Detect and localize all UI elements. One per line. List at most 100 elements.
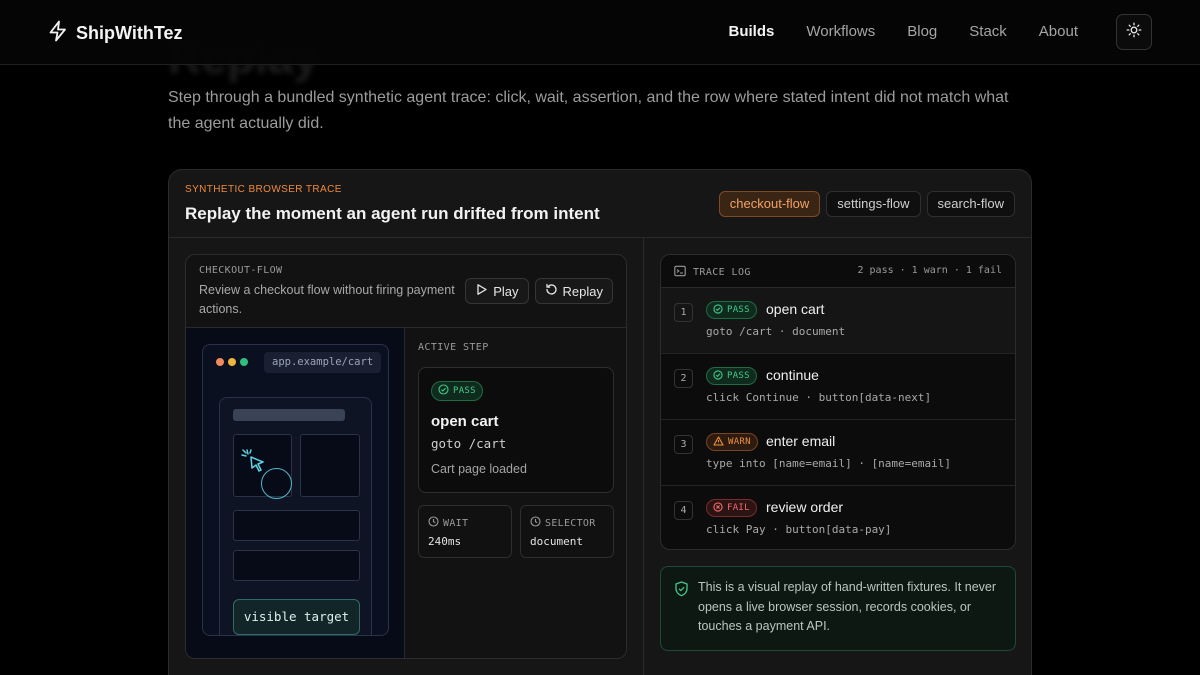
window-dot-maximize: [240, 358, 248, 366]
flow-eyebrow: CHECKOUT-FLOW: [199, 265, 283, 276]
chip-settings-flow[interactable]: settings-flow: [826, 191, 921, 217]
warning-triangle-icon: [713, 435, 724, 449]
nav-about[interactable]: About: [1039, 14, 1078, 50]
active-step-label: ACTIVE STEP: [418, 342, 489, 353]
card-eyebrow: SYNTHETIC BROWSER TRACE: [185, 184, 342, 195]
status-badge: PASS: [706, 301, 757, 319]
row-command: goto /cart · document: [706, 325, 846, 338]
playback-controls: Play Replay: [465, 278, 613, 304]
window-dot-minimize: [228, 358, 236, 366]
rotate-icon: [545, 283, 558, 299]
lightning-bolt-icon: [48, 20, 68, 47]
status-badge: WARN: [706, 433, 758, 451]
play-icon: [475, 283, 488, 299]
trace-log-header: TRACE LOG 2 pass · 1 warn · 1 fail: [661, 255, 1015, 288]
nav-stack[interactable]: Stack: [969, 14, 1007, 50]
browser-stage: app.example/cart visible target: [186, 328, 405, 658]
flow-description: Review a checkout flow without firing pa…: [199, 283, 455, 316]
wait-label: WAIT: [428, 516, 468, 530]
sun-icon: [1126, 22, 1142, 43]
nav-workflows[interactable]: Workflows: [806, 14, 875, 50]
check-circle-icon: [713, 369, 723, 383]
status-badge: PASS: [431, 381, 483, 401]
wait-box: WAIT 240ms: [418, 505, 512, 558]
page-header-bar: [233, 409, 345, 421]
trace-row[interactable]: 3 WARN enter email type into [name=email…: [661, 420, 1015, 486]
visible-target-button[interactable]: visible target: [233, 599, 360, 635]
terminal-icon: [674, 265, 686, 280]
active-step-card: PASS open cart goto /cart Cart page load…: [418, 367, 614, 493]
cursor-click-icon: [241, 448, 267, 479]
flow-chips: checkout-flow settings-flow search-flow: [718, 191, 1015, 217]
brand-logo[interactable]: ShipWithTez: [48, 20, 183, 47]
wait-value: 240ms: [428, 535, 462, 548]
column-divider: [643, 238, 644, 675]
selector-box: SELECTOR document: [520, 505, 614, 558]
row-command: type into [name=email] · [name=email]: [706, 457, 952, 470]
status-text: FAIL: [727, 503, 750, 513]
row-name: review order: [766, 499, 844, 515]
chip-search-flow[interactable]: search-flow: [926, 191, 1015, 217]
card-title: Replay the moment an agent run drifted f…: [185, 204, 600, 223]
intro-text: Step through a bundled synthetic agent t…: [168, 89, 1009, 132]
main-nav: Builds Workflows Blog Stack About: [697, 14, 1152, 50]
window-dot-close: [216, 358, 224, 366]
row-name: enter email: [766, 433, 836, 449]
page-row: [233, 510, 360, 541]
row-number: 2: [674, 369, 693, 388]
trace-summary: 2 pass · 1 warn · 1 fail: [857, 265, 1003, 276]
nav-blog[interactable]: Blog: [907, 14, 937, 50]
replay-button[interactable]: Replay: [534, 278, 613, 304]
trace-row[interactable]: 2 PASS continue click Continue · button[…: [661, 354, 1015, 420]
row-number: 3: [674, 435, 693, 454]
page-tile: [300, 434, 360, 497]
flow-panel: CHECKOUT-FLOW Review a checkout flow wit…: [185, 254, 627, 659]
row-number: 1: [674, 303, 693, 322]
row-number: 4: [674, 501, 693, 520]
status-text: PASS: [453, 386, 476, 396]
top-navigation: ShipWithTez Builds Workflows Blog Stack …: [0, 0, 1200, 65]
wait-label-text: WAIT: [443, 517, 469, 529]
status-badge: PASS: [706, 367, 757, 385]
brand-name: ShipWithTez: [76, 23, 183, 43]
play-label: Play: [493, 283, 519, 299]
row-name: open cart: [766, 301, 825, 317]
check-circle-icon: [438, 384, 449, 398]
trace-log-title: TRACE LOG: [674, 265, 751, 280]
theme-toggle-button[interactable]: [1116, 14, 1152, 50]
step-note: Cart page loaded: [431, 462, 527, 476]
safety-notice: This is a visual replay of hand-written …: [660, 566, 1016, 651]
page-row: [233, 550, 360, 581]
row-name: continue: [766, 367, 819, 383]
notice-text: This is a visual replay of hand-written …: [698, 580, 997, 633]
step-name: open cart: [431, 413, 499, 430]
status-text: PASS: [727, 371, 750, 381]
clock-icon: [530, 516, 541, 530]
check-circle-icon: [713, 303, 723, 317]
trace-title-text: TRACE LOG: [693, 267, 751, 278]
play-button[interactable]: Play: [465, 278, 529, 304]
trace-row[interactable]: 4 FAIL review order click Pay · button[d…: [661, 486, 1015, 549]
shield-check-icon: [674, 581, 689, 602]
selector-value: document: [530, 535, 583, 548]
status-text: PASS: [727, 305, 750, 315]
replay-label: Replay: [562, 283, 603, 299]
x-circle-icon: [713, 501, 723, 515]
mock-browser-window: app.example/cart visible target: [202, 344, 389, 636]
row-command: click Continue · button[data-next]: [706, 391, 932, 404]
nav-builds[interactable]: Builds: [729, 14, 775, 50]
selector-label: SELECTOR: [530, 516, 596, 530]
url-bar: app.example/cart: [264, 352, 382, 373]
status-badge: FAIL: [706, 499, 757, 517]
status-text: WARN: [728, 437, 751, 447]
trace-row[interactable]: 1 PASS open cart goto /cart · document: [661, 288, 1015, 354]
trace-replay-card: SYNTHETIC BROWSER TRACE Replay the momen…: [168, 169, 1032, 675]
row-command: click Pay · button[data-pay]: [706, 523, 892, 536]
step-command: goto /cart: [431, 436, 507, 451]
selector-label-text: SELECTOR: [545, 517, 596, 529]
chip-checkout-flow[interactable]: checkout-flow: [718, 191, 821, 217]
mock-page: visible target: [219, 397, 372, 635]
trace-log-panel: TRACE LOG 2 pass · 1 warn · 1 fail 1 PAS…: [660, 254, 1016, 550]
card-header: SYNTHETIC BROWSER TRACE Replay the momen…: [169, 170, 1031, 238]
clock-icon: [428, 516, 439, 530]
